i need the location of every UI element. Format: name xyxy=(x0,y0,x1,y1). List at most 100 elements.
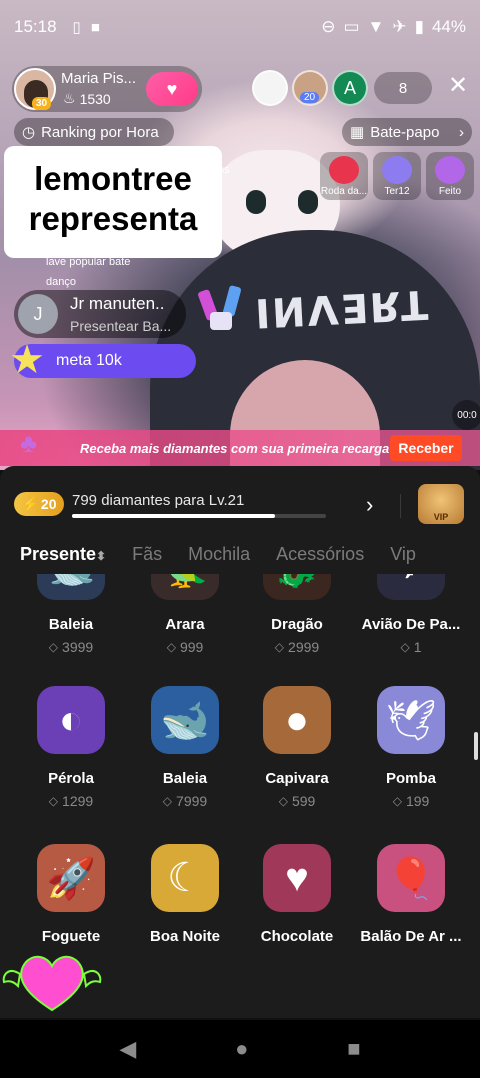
gift-name: Baleia xyxy=(48,616,94,633)
gift-price: ◇ 7999 xyxy=(163,793,207,809)
side-timer[interactable]: 00:0 xyxy=(452,400,480,430)
tab-acessorios[interactable]: Acessórios xyxy=(276,544,364,565)
gift-item[interactable]: ♥ Chocolate xyxy=(242,844,352,944)
chat-message: danço xyxy=(46,276,76,288)
sender-avatar: J xyxy=(18,294,58,334)
battery-percent: 44% xyxy=(431,17,466,36)
trophy-icon xyxy=(435,156,465,184)
gift-price: ◇ 599 xyxy=(279,793,316,809)
macaw-icon: 🦜 xyxy=(151,574,219,600)
gift-price: ◇ 999 xyxy=(167,639,204,655)
gift-price-value: 1 xyxy=(413,639,422,655)
tab-vip[interactable]: Vip xyxy=(390,544,416,565)
capybara-icon: ● xyxy=(263,686,331,754)
paper-plane-icon: ✈ xyxy=(377,574,445,600)
airplane-icon: ✈ xyxy=(392,17,407,36)
gift-action: Presentear Ba... xyxy=(70,318,172,334)
widget-feito[interactable]: Feito xyxy=(426,152,474,200)
chevron-right-icon[interactable]: › xyxy=(366,492,373,518)
gift-name: Boa Noite xyxy=(149,928,220,944)
gift-price-value: 2999 xyxy=(288,639,320,655)
gift-item[interactable]: 🐋 Baleia ◇3999 xyxy=(16,574,126,682)
heart-wings-icon[interactable] xyxy=(0,946,104,1016)
viewer-avatar[interactable] xyxy=(252,70,288,106)
dragon-icon: 🐉 xyxy=(263,574,331,600)
gift-panel: ⚡ 20 799 diamantes para Lv.21 › VIP Pres… xyxy=(0,466,480,1018)
recharge-button[interactable]: Receber xyxy=(390,435,462,461)
gift-item[interactable]: ☾ Boa Noite xyxy=(130,844,240,944)
viewer-initial: A xyxy=(343,77,356,98)
gift-name: Avião De Pa... xyxy=(361,616,461,633)
follow-button[interactable]: ♥ xyxy=(146,72,198,106)
hoodie-logo: INVƎRT xyxy=(253,280,432,336)
user-level-badge[interactable]: ⚡ 20 xyxy=(14,492,64,516)
star-icon: ★ xyxy=(9,338,45,382)
gift-item[interactable]: ✈ Avião De Pa... ◇1 xyxy=(356,574,466,682)
flame-icon: ♨ xyxy=(63,90,76,106)
status-bar: 15:18 ▯ ■ ⊖ ▭ ▼ ✈ ▮ 44% xyxy=(0,0,480,54)
diamond-icon: ◇ xyxy=(392,794,402,808)
gift-item[interactable]: ● Capivara ◇ 599 xyxy=(242,686,352,836)
tab-presente[interactable]: Presente⬍ xyxy=(20,544,106,565)
phone-icon: ▯ xyxy=(72,19,81,36)
diamond-icon: ◇ xyxy=(48,640,59,654)
viewer-count[interactable]: 8 xyxy=(374,72,432,104)
recents-icon[interactable]: ■ xyxy=(347,1036,360,1062)
gift-item[interactable]: 🎈 Balão De Ar ... xyxy=(356,844,466,944)
gift-item[interactable]: 🚀 Foguete xyxy=(16,844,126,944)
divider xyxy=(400,494,401,518)
widget-ter12[interactable]: Ter12 xyxy=(373,152,421,200)
gift-item[interactable]: 🦜 Arara ◇999 xyxy=(130,574,240,682)
gift-price: ◇ 1299 xyxy=(49,793,93,809)
whale-icon: 🐋 xyxy=(151,686,219,754)
hourly-ranking-button[interactable]: ◷ Ranking por Hora xyxy=(14,118,174,146)
diamond-icon: ◇ xyxy=(278,794,288,808)
gift-name: Capivara xyxy=(265,770,329,787)
gift-item[interactable]: 🕊 Pomba ◇ 199 xyxy=(356,686,466,836)
gift-price: ◇ 3999 xyxy=(49,639,93,655)
gift-name: Chocolate xyxy=(260,928,334,944)
gift-price-value: 3999 xyxy=(62,639,94,655)
level-progress-bar xyxy=(72,514,326,518)
gift-item[interactable]: 🐉 Dragão ◇2999 xyxy=(242,574,352,682)
widget-roulette[interactable]: Roda da... xyxy=(320,152,368,200)
grid-icon: ▦ xyxy=(350,124,365,141)
tab-fas[interactable]: Fãs xyxy=(132,544,162,565)
hot-air-balloon-icon: 🎈 xyxy=(377,844,445,912)
battery-icon: ▮ xyxy=(414,17,424,36)
scrollbar[interactable] xyxy=(474,732,478,760)
widget-label: Ter12 xyxy=(384,186,410,197)
gift-name: Baleia xyxy=(162,770,208,787)
viewer-avatar[interactable]: A xyxy=(332,70,368,106)
close-icon[interactable]: ✕ xyxy=(444,72,472,100)
chat-button[interactable]: ▦ Bate-papo › xyxy=(342,118,472,146)
back-icon[interactable]: ◀ xyxy=(119,1036,136,1062)
mushroom-icon: ♣ xyxy=(20,428,38,458)
caption-line: lemontree xyxy=(34,160,192,197)
host-level-badge: 30 xyxy=(32,97,52,110)
level-progress-text: 799 diamantes para Lv.21 xyxy=(72,492,245,509)
sender-name: Jr manuten.. xyxy=(70,294,165,313)
dnd-icon: ⊖ xyxy=(321,17,336,36)
gift-name: Pérola xyxy=(48,770,94,787)
gift-price: ◇ 199 xyxy=(393,793,430,809)
gift-item[interactable]: 🐋 Baleia ◇ 7999 xyxy=(130,686,240,836)
level-row: ⚡ 20 799 diamantes para Lv.21 › VIP xyxy=(0,484,480,524)
host-name[interactable]: Maria Pis... xyxy=(61,70,136,87)
widget-label: Roda da... xyxy=(320,186,368,197)
vip-button[interactable]: VIP xyxy=(418,484,464,524)
home-icon[interactable]: ● xyxy=(235,1036,248,1062)
tab-mochila[interactable]: Mochila xyxy=(188,544,250,565)
gift-item[interactable]: ◐ Pérola ◇ 1299 xyxy=(16,686,126,836)
user-level: 20 xyxy=(40,496,57,512)
gift-price-value: 999 xyxy=(179,639,204,655)
gift-event-banner[interactable]: J Jr manuten.. Presentear Ba... xyxy=(14,290,186,338)
sender-initial: J xyxy=(33,303,43,324)
gift-name: Foguete xyxy=(41,928,101,944)
sort-icon[interactable]: ⬍ xyxy=(96,549,106,563)
bolt-icon: ⚡ xyxy=(21,495,39,512)
gift-name: Arara xyxy=(165,616,205,633)
whale-icon: 🐋 xyxy=(37,574,105,600)
viewer-level-badge: 20 xyxy=(300,92,320,103)
gift-name: Balão De Ar ... xyxy=(360,928,462,944)
